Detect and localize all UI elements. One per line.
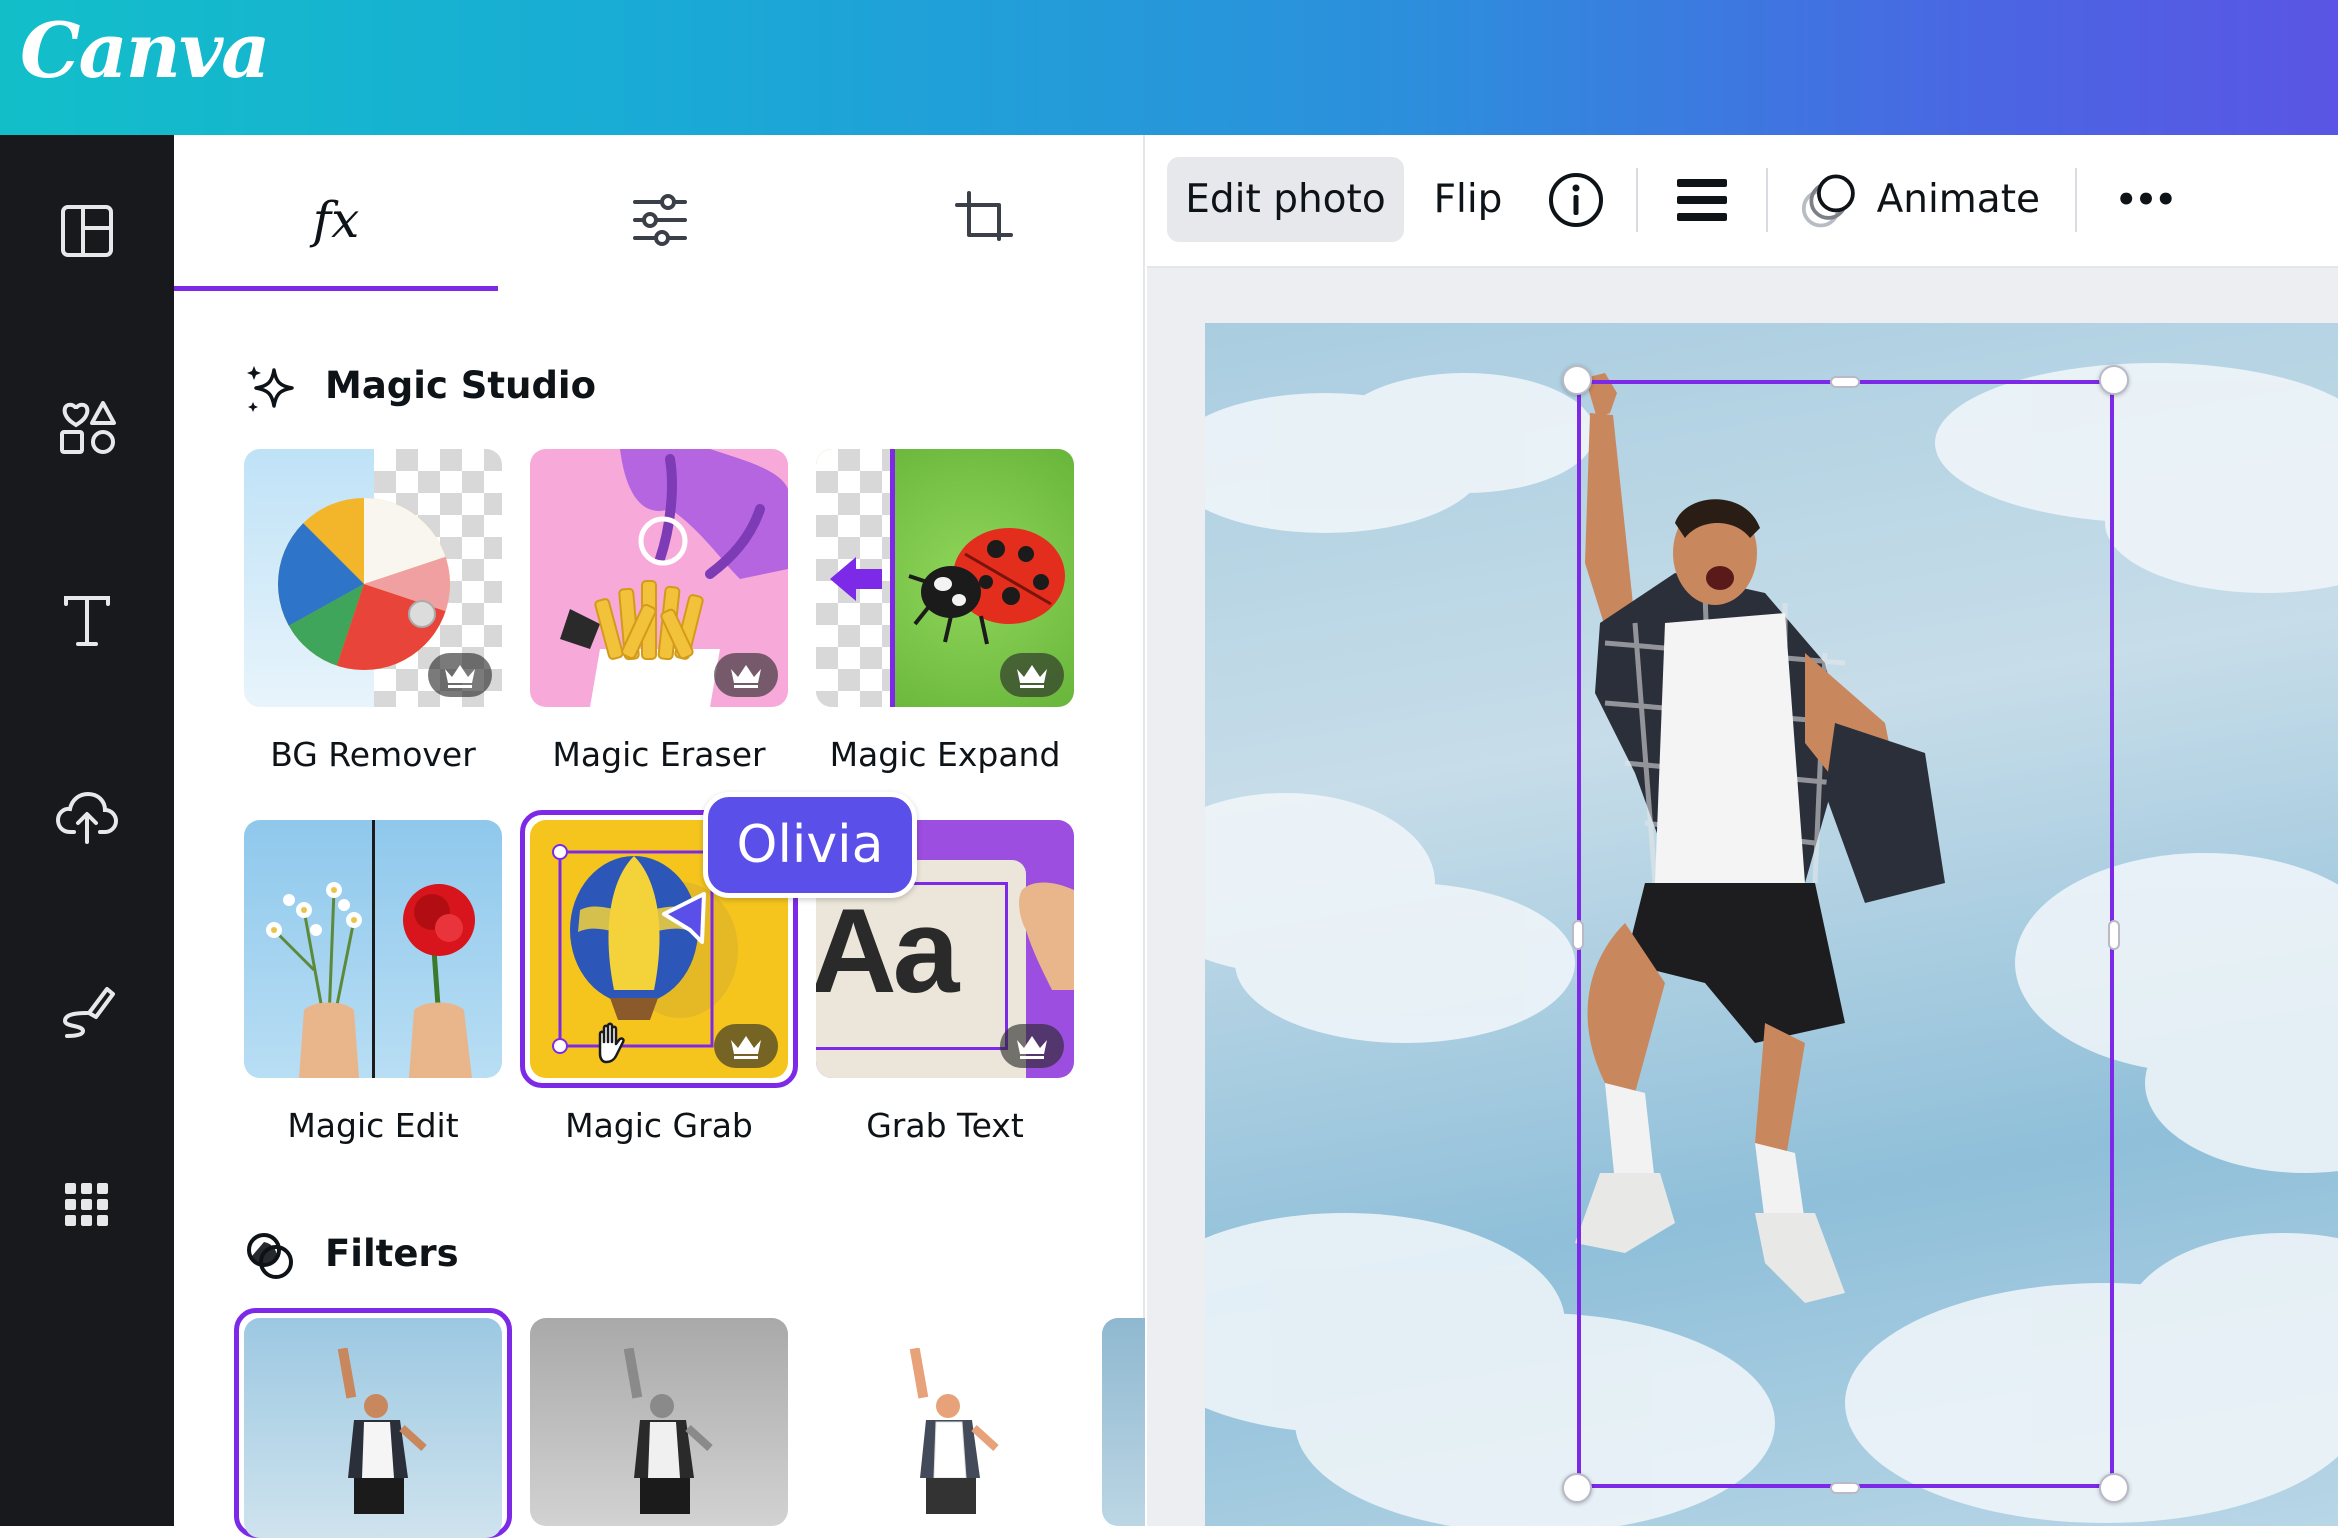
- filter-mono-thumb[interactable]: [530, 1318, 788, 1526]
- resize-handle-bottom-left[interactable]: [1562, 1473, 1592, 1503]
- toolbar-divider: [1766, 168, 1768, 232]
- edit-photo-label: Edit photo: [1185, 177, 1385, 222]
- active-tab-indicator: [174, 286, 498, 291]
- expand-boundary: [890, 449, 895, 707]
- fx-icon: fx: [313, 191, 360, 249]
- selection-frame: [1577, 380, 2114, 1488]
- magic-eraser-tile[interactable]: [530, 449, 788, 707]
- resize-handle-top-right[interactable]: [2099, 365, 2129, 395]
- thumb-person-image: [324, 1348, 434, 1538]
- magic-studio-title: Magic Studio: [325, 364, 596, 407]
- flip-label: Flip: [1434, 177, 1503, 222]
- thumb-person-image: [610, 1348, 720, 1526]
- magic-grab-label: Magic Grab: [530, 1106, 788, 1145]
- thumb-person-image: [896, 1348, 1006, 1526]
- text-selection-box: [816, 882, 1008, 1050]
- animate-icon: [1800, 169, 1859, 231]
- grab-text-label: Grab Text: [816, 1106, 1074, 1145]
- filter-partial-thumb[interactable]: [1102, 1318, 1145, 1526]
- beach-ball-image: [274, 494, 454, 674]
- text-icon[interactable]: [37, 571, 137, 671]
- position-button[interactable]: [1662, 160, 1742, 240]
- info-button[interactable]: [1536, 160, 1616, 240]
- resize-handle-top-left[interactable]: [1562, 365, 1592, 395]
- magic-edit-label: Magic Edit: [244, 1106, 502, 1145]
- top-header: Canva: [0, 0, 2338, 135]
- more-options-button[interactable]: •••: [2100, 160, 2190, 240]
- toolbar-divider: [2075, 168, 2077, 232]
- tab-adjust[interactable]: [498, 150, 822, 290]
- bg-remover-tile[interactable]: [244, 449, 502, 707]
- arrow-left-icon: [826, 549, 886, 609]
- tab-effects[interactable]: fx: [174, 150, 498, 290]
- canva-logo[interactable]: Canva: [20, 6, 268, 95]
- magic-eraser-label: Magic Eraser: [530, 735, 788, 774]
- filter-bright-thumb[interactable]: [816, 1318, 1074, 1526]
- grab-hand-icon: [590, 1020, 636, 1066]
- resize-handle-bottom-right[interactable]: [2099, 1473, 2129, 1503]
- flip-button[interactable]: Flip: [1418, 157, 1518, 242]
- premium-crown-icon: [1000, 1024, 1064, 1068]
- premium-crown-icon: [714, 653, 778, 697]
- hand-image: [1012, 880, 1074, 990]
- premium-crown-icon: [428, 653, 492, 697]
- flower-swap-image: [244, 820, 502, 1078]
- animate-button[interactable]: Animate: [1800, 157, 2040, 242]
- toolbar-divider: [1636, 168, 1638, 232]
- filters-icon: [244, 1230, 298, 1284]
- sparkle-icon: [244, 362, 298, 416]
- crop-icon: [955, 191, 1013, 249]
- info-icon: [1547, 171, 1605, 229]
- left-nav-rail: [0, 135, 174, 1526]
- magic-edit-tile[interactable]: [244, 820, 502, 1078]
- draw-icon[interactable]: [37, 961, 137, 1061]
- resize-handle-bottom[interactable]: [1830, 1482, 1860, 1494]
- tab-crop[interactable]: [822, 150, 1145, 290]
- resize-handle-right[interactable]: [2108, 920, 2120, 950]
- filter-original-thumb[interactable]: [244, 1318, 502, 1538]
- elements-icon[interactable]: [37, 377, 137, 477]
- filters-title: Filters: [325, 1232, 459, 1275]
- premium-crown-icon: [714, 1024, 778, 1068]
- animate-label: Animate: [1877, 177, 2040, 222]
- premium-crown-icon: [1000, 653, 1064, 697]
- ladybug-image: [901, 504, 1071, 654]
- magic-expand-label: Magic Expand: [816, 735, 1074, 774]
- edit-photo-button[interactable]: Edit photo: [1167, 157, 1404, 242]
- sliders-icon: [632, 194, 688, 246]
- resize-handle-left[interactable]: [1572, 920, 1584, 950]
- apps-icon[interactable]: [37, 1155, 137, 1255]
- resize-handle-top[interactable]: [1830, 376, 1860, 388]
- layout-icon[interactable]: [37, 181, 137, 281]
- layers-icon: [1675, 177, 1729, 223]
- collaborator-cursor-label: Olivia: [703, 792, 917, 898]
- upload-icon[interactable]: [37, 767, 137, 867]
- bg-remover-label: BG Remover: [244, 735, 502, 774]
- magic-expand-tile[interactable]: [816, 449, 1074, 707]
